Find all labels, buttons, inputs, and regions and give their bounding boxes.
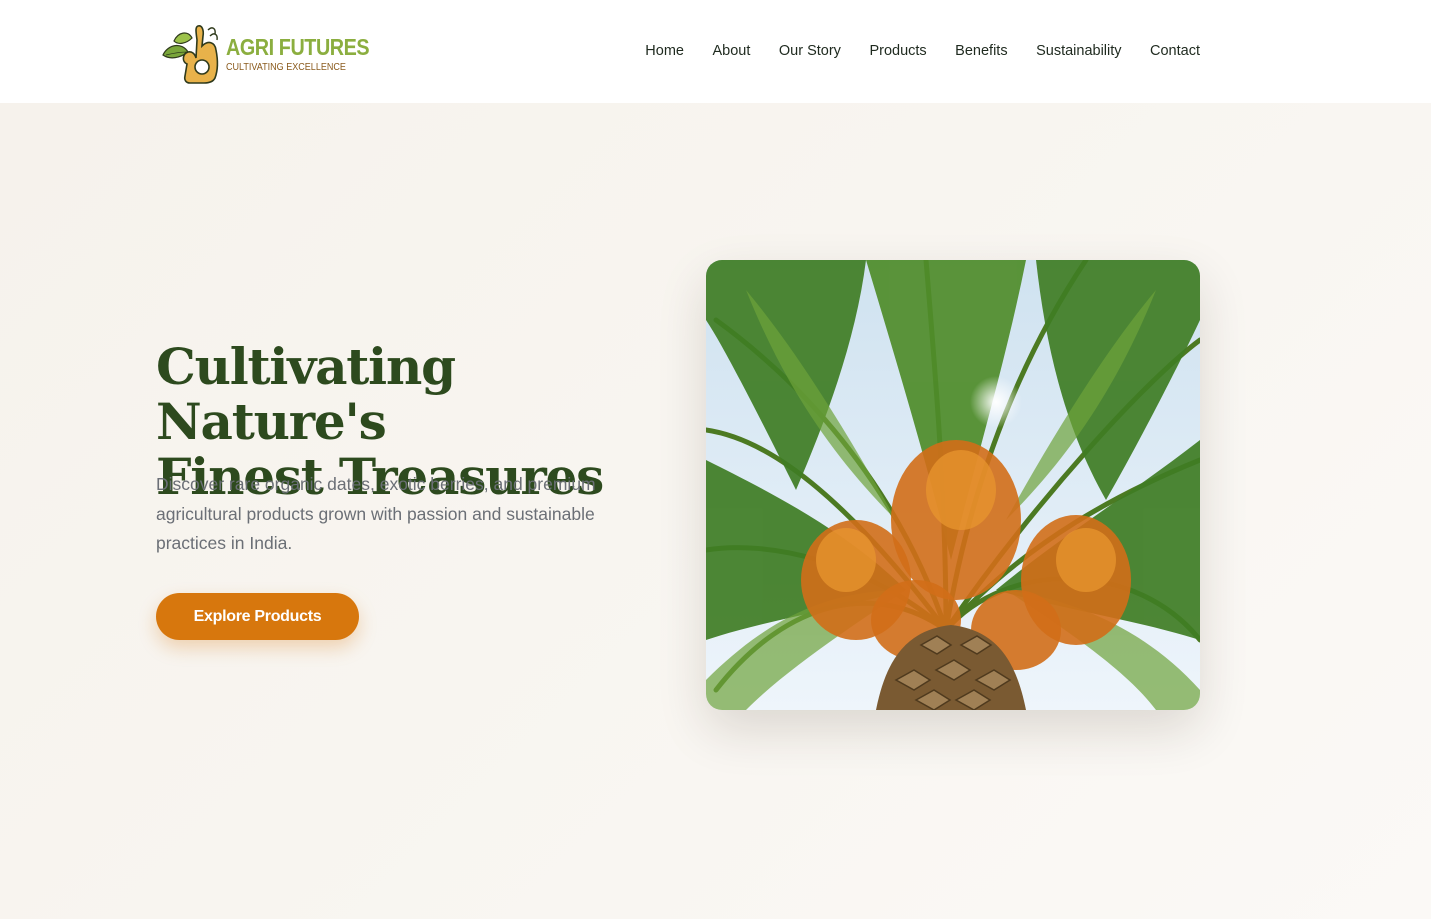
nav-benefits[interactable]: Benefits [955,43,1007,59]
nav-home[interactable]: Home [645,43,684,59]
site-header: AGRI FUTURES CULTIVATING EXCELLENCE Home… [0,0,1431,103]
hero-image [706,260,1200,710]
hero-description: Discover rare organic dates, exotic berr… [156,474,596,553]
main-nav: Home About Our Story Products Benefits S… [645,40,1200,62]
brand-name: AGRI FUTURES [226,34,370,60]
brand-text: AGRI FUTURES CULTIVATING EXCELLENCE [226,35,393,73]
nav-our-story[interactable]: Our Story [779,43,841,59]
hero-title-line-1: Cultivating Nature's [156,337,456,451]
explore-products-button[interactable]: Explore Products [156,593,359,640]
nav-about[interactable]: About [712,43,750,59]
brand-logo[interactable]: AGRI FUTURES CULTIVATING EXCELLENCE [160,22,370,86]
date-palm-image [706,260,1200,710]
leaf-ok-hand-logo-icon [162,25,219,84]
brand-tagline: CULTIVATING EXCELLENCE [226,61,346,73]
nav-sustainability[interactable]: Sustainability [1036,43,1121,59]
hero-section: Cultivating Nature's Finest Treasures Di… [0,103,1431,919]
nav-contact[interactable]: Contact [1150,43,1200,59]
nav-products[interactable]: Products [869,43,926,59]
